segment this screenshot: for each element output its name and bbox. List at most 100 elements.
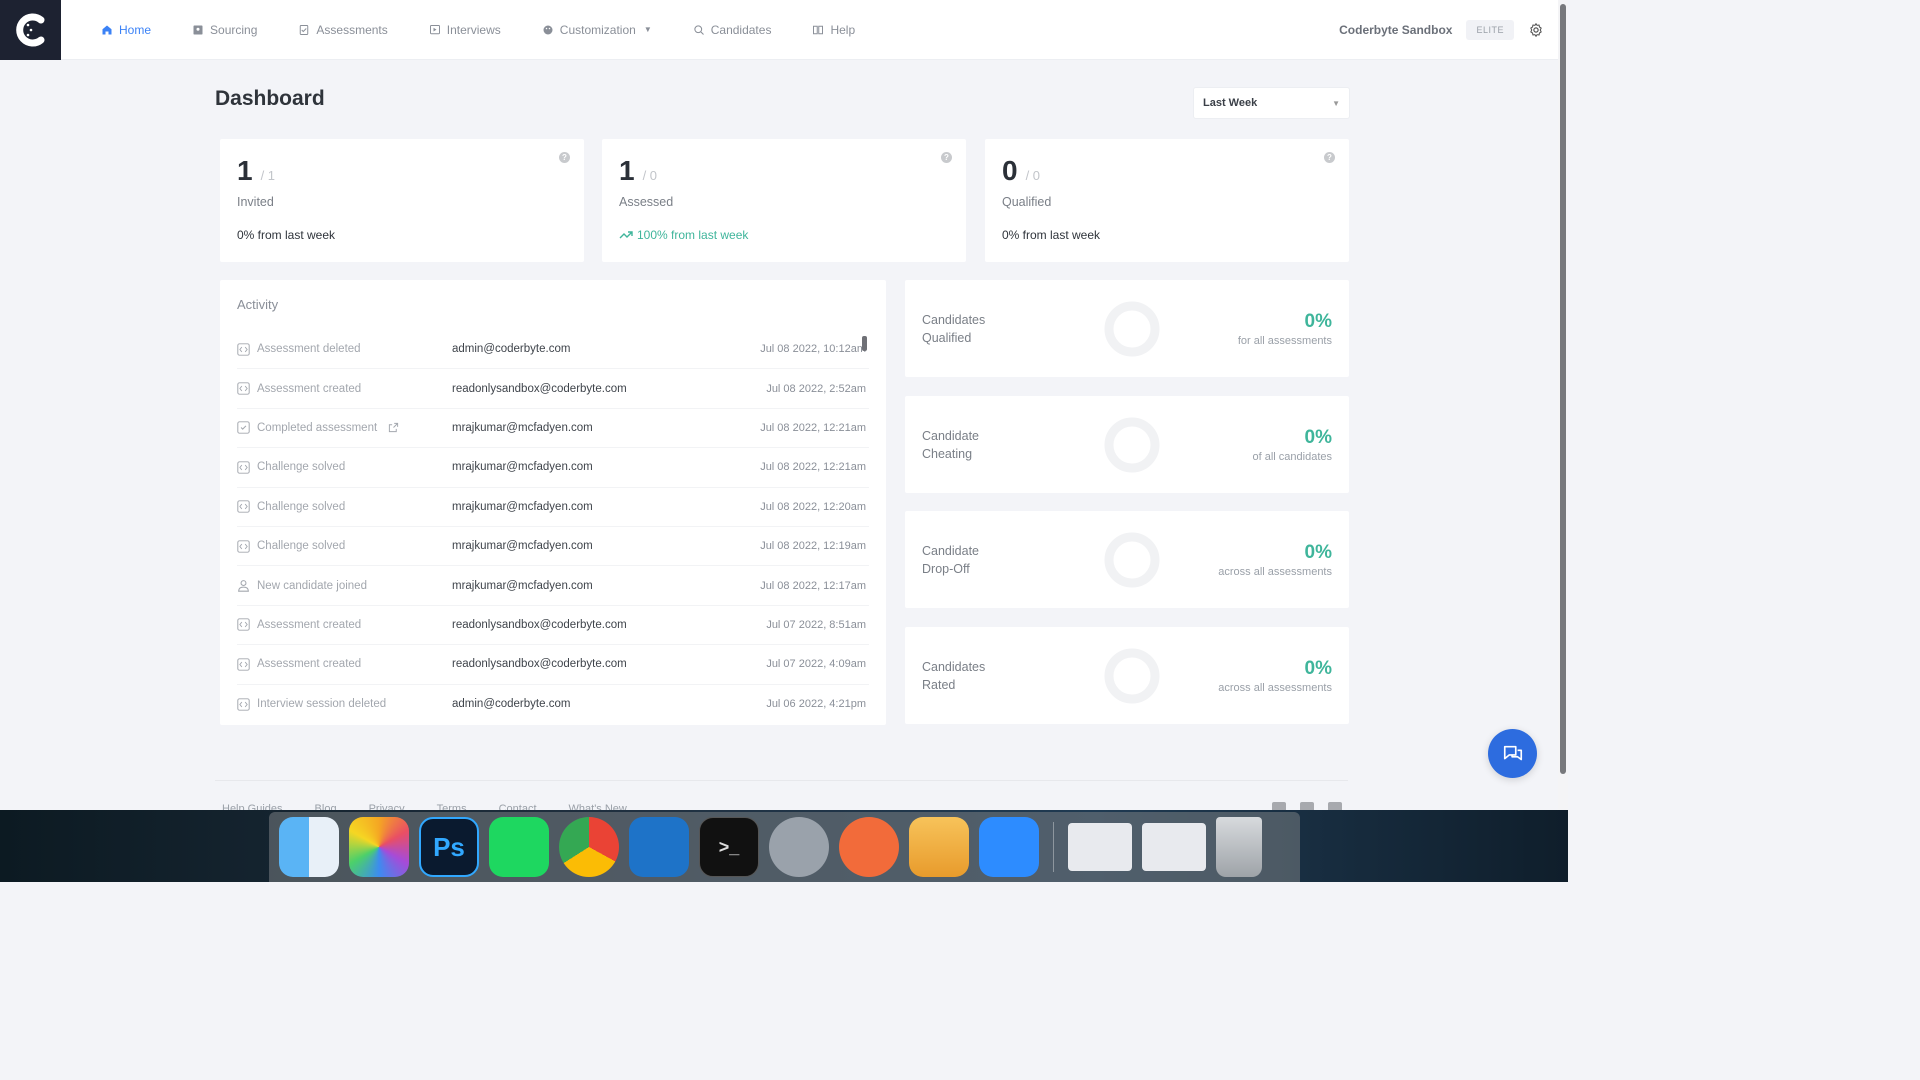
nav-item-candidates[interactable]: Candidates — [693, 23, 771, 37]
help-icon[interactable]: ? — [1324, 152, 1335, 163]
activity-row[interactable]: Challenge solved mrajkumar@mcfadyen.com Ju… — [237, 448, 869, 488]
activity-scrollbar[interactable] — [862, 336, 867, 351]
metric-title: Candidate Drop-Off — [922, 543, 979, 576]
external-link-icon[interactable] — [388, 422, 399, 433]
nav-item-help[interactable]: Help — [812, 23, 855, 37]
metric-percent: 0% — [1304, 426, 1332, 448]
activity-user: admin@coderbyte.com — [452, 698, 571, 711]
activity-time: Jul 08 2022, 12:17am — [760, 579, 866, 592]
activity-event-label: New candidate joined — [257, 579, 367, 592]
activity-event: Assessment deleted — [237, 343, 452, 356]
nav-item-label: Customization — [559, 22, 636, 37]
dock-app-tableplus[interactable] — [909, 817, 969, 877]
activity-event-label: Challenge solved — [257, 540, 346, 553]
code-icon — [237, 698, 250, 711]
activity-row[interactable]: Challenge solved mrajkumar@mcfadyen.com Ju… — [237, 488, 869, 527]
code-icon — [237, 343, 250, 356]
stat-delta-text: 0% from last week — [237, 228, 336, 242]
activity-user: mrajkumar@mcfadyen.com — [452, 579, 593, 592]
plan-badge: ELITE — [1466, 20, 1514, 40]
gear-icon[interactable] — [1528, 22, 1544, 38]
book-icon — [813, 25, 824, 34]
activity-row[interactable]: Assessment created readonlysandbox@coderb… — [237, 645, 869, 685]
nav-item-interviews[interactable]: Interviews — [429, 23, 501, 37]
nav-item-assessments[interactable]: Assessments — [298, 23, 388, 37]
stat-card-assessed: ? 1 / 0 Assessed 100% from last week — [602, 139, 966, 262]
activity-event-label: Completed assessment — [257, 421, 378, 434]
coderbyte-logo[interactable] — [0, 0, 61, 60]
nav-item-customization[interactable]: Customization ▼ — [542, 23, 652, 37]
date-range-select[interactable]: Last Week ▼ — [1193, 87, 1350, 119]
stat-delta-text: 100% from last week — [637, 228, 749, 242]
dock-app-photoshop[interactable]: Ps — [419, 817, 479, 877]
activity-event: Interview session deleted — [237, 698, 452, 711]
dock-app-terminal[interactable]: >_ — [699, 817, 759, 877]
dock-app-zoom[interactable] — [979, 817, 1039, 877]
nav-item-label: Help — [830, 22, 856, 37]
activity-event-label: Challenge solved — [257, 461, 346, 474]
activity-row[interactable]: Assessment created readonlysandbox@coderb… — [237, 606, 869, 646]
dock-app-chrome[interactable] — [559, 817, 619, 877]
scrollbar-thumb[interactable] — [1560, 4, 1566, 774]
activity-row[interactable]: Completed assessment mrajkumar@mcfadyen.c… — [237, 409, 869, 449]
nav-item-home[interactable]: Home — [101, 23, 151, 37]
activity-event: New candidate joined — [237, 579, 452, 592]
chevron-down-icon: ▼ — [643, 25, 652, 34]
stat-label: Qualified — [1002, 195, 1052, 209]
activity-list: Assessment deleted admin@coderbyte.com Jul… — [237, 330, 869, 724]
metric-value-group: 0% across all assessments — [1218, 658, 1332, 694]
dock-app-finder[interactable] — [279, 817, 339, 877]
page-scrollbar[interactable] — [1558, 0, 1568, 810]
activity-time: Jul 08 2022, 12:21am — [760, 421, 866, 434]
trending-up-icon — [619, 231, 633, 239]
macos-dock: Ps >_ — [269, 812, 1300, 882]
metric-subtitle: for all assessments — [1237, 334, 1332, 347]
search-icon — [694, 24, 704, 35]
code-icon — [237, 500, 250, 513]
activity-row[interactable]: Challenge solved mrajkumar@mcfadyen.com Ju… — [237, 527, 869, 567]
dock-app-photos[interactable] — [349, 817, 409, 877]
activity-event-label: Assessment created — [257, 658, 362, 671]
stat-delta: 100% from last week — [619, 228, 949, 242]
metric-donut-chart — [1104, 532, 1160, 587]
activity-row[interactable]: Assessment created readonlysandbox@coderb… — [237, 369, 869, 409]
dock-window-preview-2[interactable] — [1142, 823, 1206, 871]
dock-app-system-preferences[interactable] — [769, 817, 829, 877]
nav-item-sourcing[interactable]: Sourcing — [192, 23, 257, 37]
help-icon[interactable]: ? — [559, 152, 570, 163]
activity-time: Jul 08 2022, 12:19am — [760, 540, 866, 553]
activity-time: Jul 07 2022, 8:51am — [766, 618, 866, 631]
dock-window-preview-1[interactable] — [1068, 823, 1132, 871]
dock-app-postman[interactable] — [839, 817, 899, 877]
metric-value-group: 0% of all candidates — [1253, 427, 1333, 463]
metric-card: Candidate Cheating 0% of all candidates — [905, 396, 1349, 493]
chat-button[interactable] — [1488, 729, 1537, 778]
activity-event: Completed assessment — [237, 421, 452, 435]
activity-panel: Activity Assessment deleted admin@coderby… — [220, 280, 886, 725]
checkbox-icon — [237, 421, 250, 435]
activity-user: admin@coderbyte.com — [452, 343, 571, 356]
user-icon — [238, 580, 249, 592]
metric-donut-chart — [1104, 417, 1160, 472]
trash-icon[interactable] — [1216, 817, 1262, 877]
page-title: Dashboard — [215, 87, 325, 110]
org-name[interactable]: Coderbyte Sandbox — [1339, 23, 1452, 37]
dock-app-spotify[interactable] — [489, 817, 549, 877]
activity-time: Jul 08 2022, 2:52am — [766, 382, 866, 395]
video-icon — [429, 24, 440, 34]
metric-donut-chart — [1104, 648, 1160, 703]
nav-item-label: Sourcing — [210, 22, 258, 37]
stat-value-group: 0 / 0 — [1002, 155, 1332, 187]
activity-row[interactable]: Interview session deleted admin@coderbyte… — [237, 685, 869, 724]
activity-row[interactable]: New candidate joined mrajkumar@mcfadyen.c… — [237, 566, 869, 606]
help-icon[interactable]: ? — [941, 152, 952, 163]
id-card-icon — [193, 25, 203, 34]
activity-event: Challenge solved — [237, 539, 452, 553]
dock-app-vs-code[interactable] — [629, 817, 689, 877]
activity-user: mrajkumar@mcfadyen.com — [452, 500, 593, 513]
stat-delta-text: 0% from last week — [1002, 228, 1101, 242]
footer-divider — [215, 780, 1348, 781]
assessment-icon — [300, 24, 309, 35]
activity-user: readonlysandbox@coderbyte.com — [452, 618, 627, 631]
activity-row[interactable]: Assessment deleted admin@coderbyte.com Jul… — [237, 330, 869, 370]
